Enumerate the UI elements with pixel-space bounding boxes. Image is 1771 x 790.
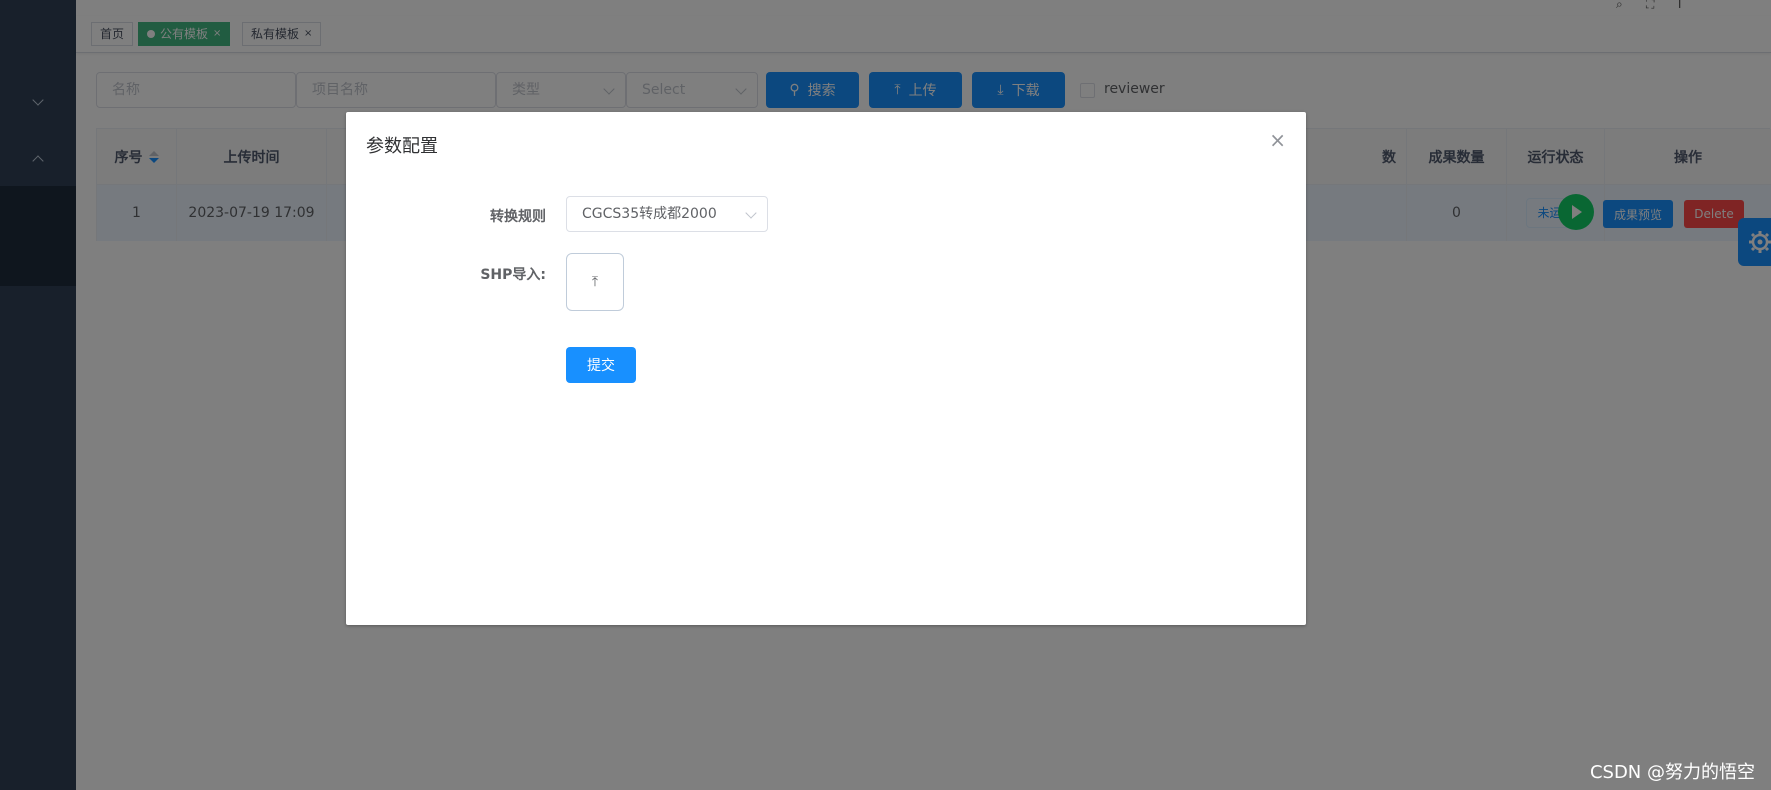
parameter-config-dialog: 参数配置 × 转换规则 CGCS35转成都2000 SHP导入: ⤒ 提交 — [346, 112, 1306, 625]
chevron-down-icon — [745, 207, 757, 219]
upload-icon: ⤒ — [591, 274, 599, 290]
close-icon[interactable]: × — [1269, 128, 1286, 152]
conversion-rule-label: 转换规则 — [490, 209, 546, 225]
shp-import-label: SHP导入: — [480, 267, 546, 283]
conversion-rule-select[interactable]: CGCS35转成都2000 — [566, 196, 768, 232]
conversion-rule-value: CGCS35转成都2000 — [582, 206, 717, 222]
shp-upload-trigger[interactable]: ⤒ — [566, 253, 624, 311]
watermark: CSDN @努力的悟空 — [1589, 762, 1755, 783]
dialog-title: 参数配置 — [366, 136, 438, 157]
submit-button[interactable]: 提交 — [566, 347, 636, 383]
